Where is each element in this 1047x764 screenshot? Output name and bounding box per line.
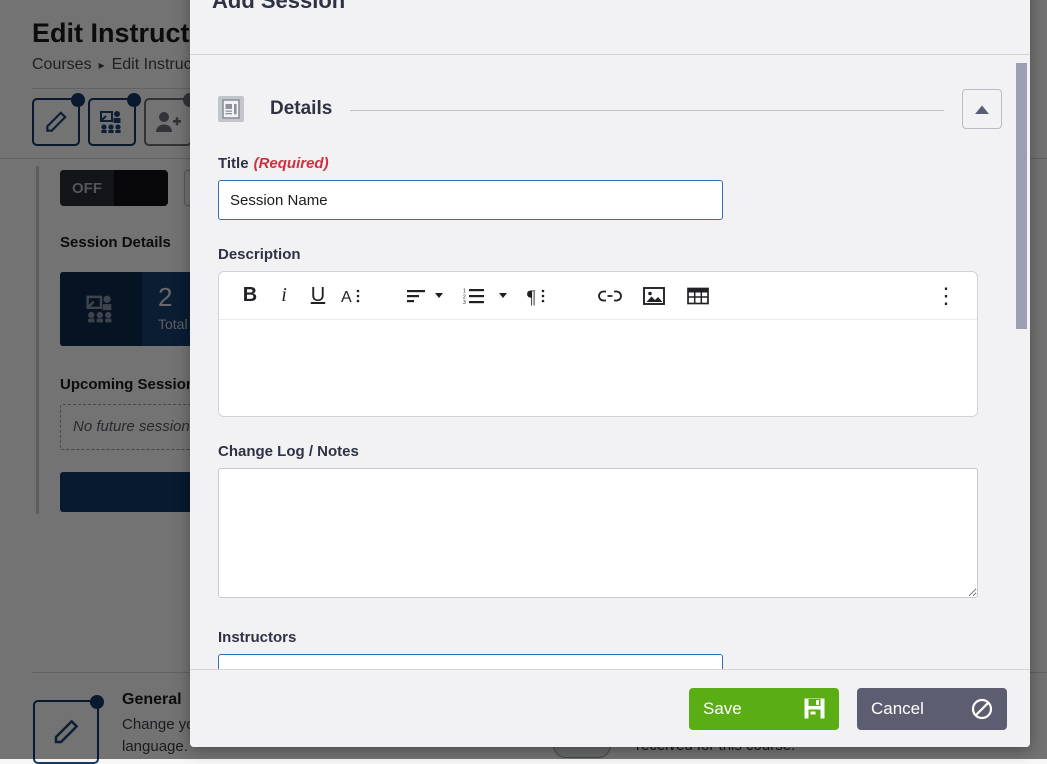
details-section-title: Details: [270, 98, 332, 120]
svg-text:¶: ¶: [527, 287, 536, 306]
save-floppy-icon-glyph: [804, 698, 825, 719]
modal-body: Details Title (Required) Description: [190, 55, 1030, 669]
link-icon[interactable]: [593, 279, 627, 313]
modal-footer: Save Cancel: [190, 669, 1030, 747]
add-session-modal: Add Session Details: [190, 0, 1030, 747]
title-required-note: (Required): [254, 155, 329, 172]
instructors-label: Instructors: [218, 629, 1002, 646]
save-floppy-icon: [804, 698, 825, 719]
align-icon[interactable]: [399, 279, 433, 313]
image-icon[interactable]: [637, 279, 671, 313]
list-dropdown-caret-icon[interactable]: [499, 293, 507, 298]
description-editor-area[interactable]: [219, 320, 977, 416]
cancel-button-label: Cancel: [871, 699, 945, 719]
cancel-block-icon: [971, 698, 993, 720]
page-root: Edit Instructor Courses▸Edit Instructor: [0, 0, 1047, 759]
details-section-header: Details: [210, 55, 1010, 129]
description-field-group: Description B i U A: [210, 246, 1010, 417]
instructors-input[interactable]: [218, 654, 723, 669]
modal-header: Add Session: [190, 0, 1030, 55]
paragraph-icon-glyph: ¶: [527, 286, 549, 306]
change-log-textarea[interactable]: [218, 468, 978, 598]
modal-body-scrollbar[interactable]: [1016, 55, 1027, 669]
description-rich-text-editor: B i U A: [218, 271, 978, 417]
title-field-label: Title (Required): [218, 155, 1002, 172]
font-format-icon[interactable]: A: [335, 279, 369, 313]
chevron-up-icon: [974, 104, 990, 115]
section-rule: [350, 110, 944, 111]
change-log-label: Change Log / Notes: [218, 443, 1002, 460]
scrollbar-thumb[interactable]: [1016, 63, 1027, 329]
underline-icon[interactable]: U: [301, 279, 335, 313]
font-format-icon-glyph: A: [340, 286, 364, 306]
svg-text:A: A: [341, 289, 352, 306]
align-icon-glyph: [406, 288, 426, 304]
modal-title: Add Session: [212, 0, 345, 14]
bold-icon[interactable]: B: [233, 279, 267, 313]
svg-text:3: 3: [463, 300, 466, 305]
title-label-text: Title: [218, 155, 249, 172]
cancel-button[interactable]: Cancel: [857, 688, 1007, 730]
cancel-block-icon-glyph: [971, 698, 993, 720]
title-input[interactable]: [218, 180, 723, 220]
table-icon-glyph: [687, 286, 709, 306]
change-log-field-group: Change Log / Notes: [210, 443, 1010, 603]
paragraph-icon[interactable]: ¶: [521, 279, 555, 313]
document-details-icon: [218, 96, 244, 122]
image-icon-glyph: [643, 286, 665, 306]
more-options-icon[interactable]: ⋮: [929, 279, 963, 313]
save-button[interactable]: Save: [689, 688, 839, 730]
editor-toolbar: B i U A: [219, 272, 977, 320]
ordered-list-icon[interactable]: 1 2 3: [457, 279, 491, 313]
description-field-label: Description: [218, 246, 1002, 263]
link-icon-glyph: [598, 288, 622, 304]
ordered-list-icon-glyph: 1 2 3: [463, 287, 485, 305]
align-dropdown-caret-icon[interactable]: [435, 293, 443, 298]
save-button-label: Save: [703, 699, 778, 719]
document-details-icon-glyph: [218, 96, 244, 122]
instructors-field-group: Instructors: [210, 629, 1010, 669]
title-field-group: Title (Required): [210, 155, 1010, 220]
collapse-section-button[interactable]: [962, 89, 1002, 129]
table-icon[interactable]: [681, 279, 715, 313]
italic-icon[interactable]: i: [267, 279, 301, 313]
